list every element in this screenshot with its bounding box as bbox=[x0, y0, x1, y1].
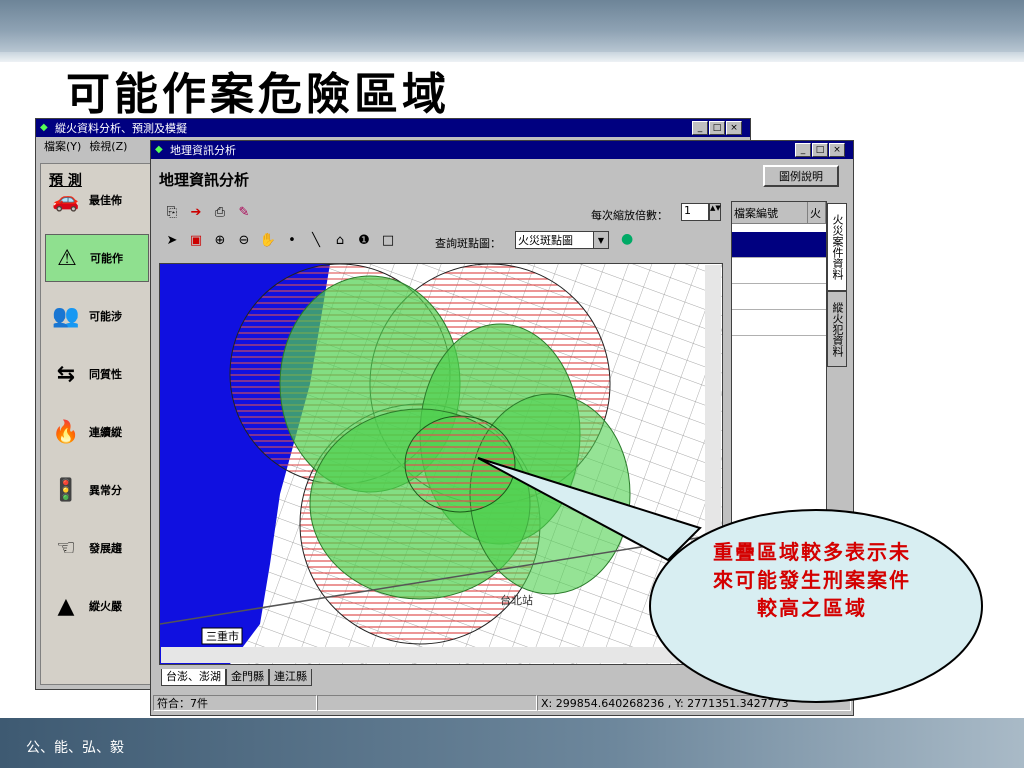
slide-footer: 公、能、弘、毅 bbox=[26, 740, 124, 756]
callout-text: 重疊區域較多表示未來可能發生刑案案件較高之區域 bbox=[713, 540, 911, 620]
slide-bottom-band bbox=[0, 718, 1024, 768]
